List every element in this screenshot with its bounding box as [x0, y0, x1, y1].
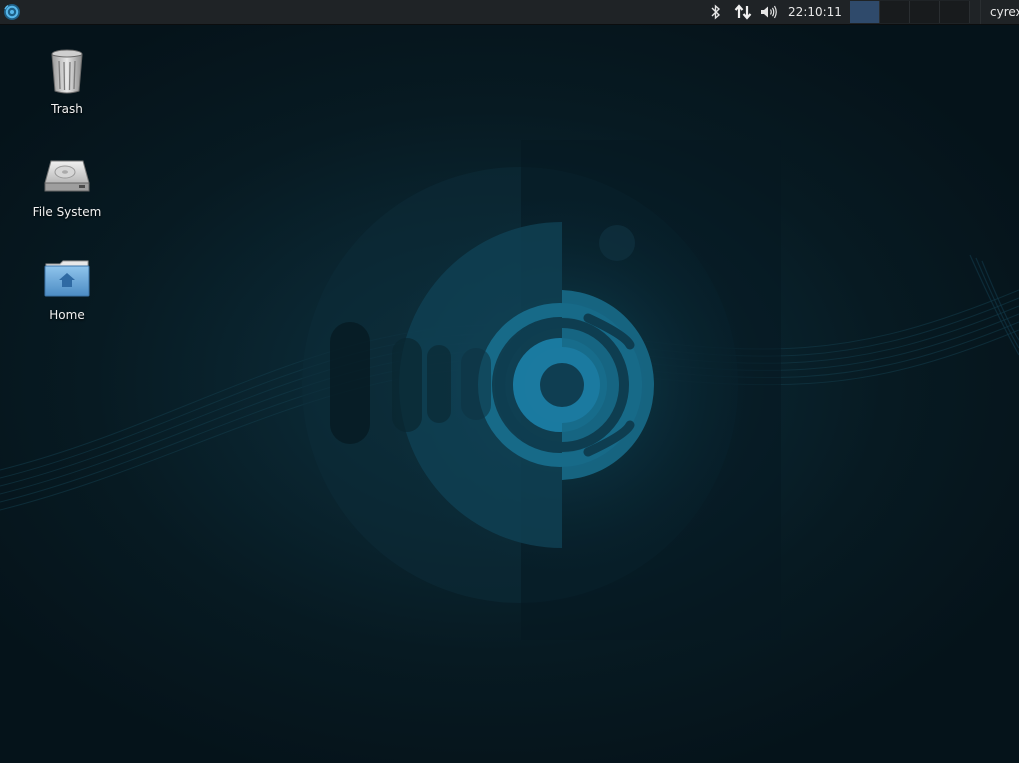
bluetooth-icon[interactable]	[708, 2, 724, 22]
home-folder-icon	[43, 254, 91, 302]
ubuntu-budgie-logo-icon	[4, 4, 20, 20]
desktop-icon-label: File System	[32, 205, 102, 219]
volume-icon[interactable]	[758, 2, 780, 22]
desktop-icon-label: Home	[49, 308, 85, 322]
hard-drive-icon	[43, 151, 91, 199]
network-transfer-icon[interactable]	[732, 2, 754, 22]
workspace-1[interactable]	[850, 1, 880, 23]
desktop-icon-label: Trash	[51, 102, 83, 116]
workspace-switcher	[850, 1, 970, 23]
user-menu-button[interactable]: cyrex	[980, 0, 1019, 24]
trash-icon	[43, 48, 91, 96]
desktop-icon-file-system[interactable]: File System	[22, 151, 112, 219]
clock[interactable]: 22:10:11	[784, 0, 846, 24]
desktop-icon-trash[interactable]: Trash	[22, 48, 112, 116]
top-panel: 22:10:11 cyrex	[0, 0, 1019, 25]
workspace-3[interactable]	[910, 1, 940, 23]
app-menu-button[interactable]	[2, 2, 22, 22]
desktop-wallpaper	[0, 140, 1019, 640]
workspace-2[interactable]	[880, 1, 910, 23]
workspace-4[interactable]	[940, 1, 970, 23]
desktop-icon-home[interactable]: Home	[22, 254, 112, 322]
